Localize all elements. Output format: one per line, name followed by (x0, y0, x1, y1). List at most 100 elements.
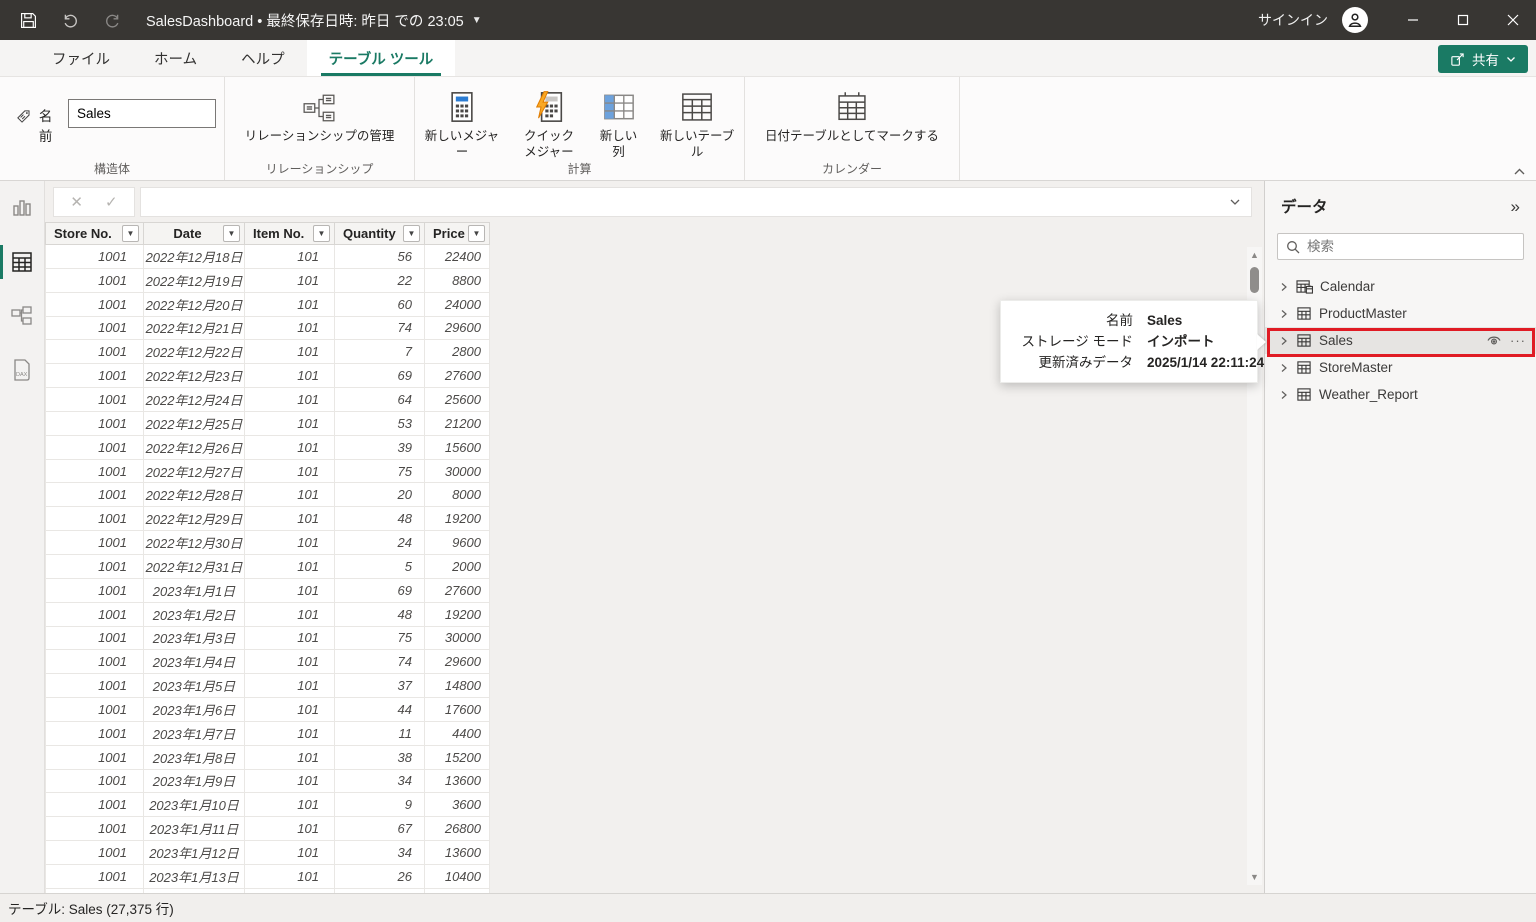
cell-price[interactable]: 3600 (425, 793, 490, 817)
cell-item-no[interactable]: 101 (245, 793, 335, 817)
column-header-store-no[interactable]: Store No. ▼ (45, 222, 144, 245)
cell-price[interactable]: 30000 (425, 627, 490, 651)
column-header-item-no[interactable]: Item No. ▼ (245, 222, 335, 245)
tree-item-calendar[interactable]: Calendar (1265, 273, 1536, 300)
cell-quantity[interactable]: 56 (335, 245, 425, 269)
cell-item-no[interactable]: 101 (245, 388, 335, 412)
column-header-price[interactable]: Price ▼ (425, 222, 490, 245)
cell-quantity[interactable]: 7 (335, 340, 425, 364)
cell-item-no[interactable]: 101 (245, 412, 335, 436)
cell-price[interactable]: 2800 (425, 340, 490, 364)
cell-item-no[interactable]: 101 (245, 770, 335, 794)
cell-price[interactable]: 4400 (425, 722, 490, 746)
cell-item-no[interactable]: 101 (245, 269, 335, 293)
cell-price[interactable]: 13600 (425, 770, 490, 794)
cell-item-no[interactable]: 101 (245, 340, 335, 364)
cell-quantity[interactable]: 9 (335, 793, 425, 817)
cell-date[interactable]: 2023年1月12日 (144, 841, 245, 865)
cell-item-no[interactable]: 101 (245, 436, 335, 460)
dax-query-view-button[interactable]: DAX (0, 355, 45, 385)
cell-date[interactable]: 2022年12月30日 (144, 531, 245, 555)
cell-store-no[interactable]: 1001 (45, 388, 144, 412)
formula-commit-icon[interactable]: ✓ (105, 193, 118, 211)
cell-item-no[interactable]: 101 (245, 483, 335, 507)
collapse-pane-icon[interactable]: » (1511, 198, 1520, 215)
hide-eye-icon[interactable] (1486, 334, 1502, 347)
cell-price[interactable]: 25600 (425, 388, 490, 412)
cell-date[interactable]: 2023年1月5日 (144, 674, 245, 698)
cell-date[interactable]: 2022年12月18日 (144, 245, 245, 269)
tab-help[interactable]: ヘルプ (219, 40, 307, 76)
cell-price[interactable]: 9600 (425, 531, 490, 555)
cell-quantity[interactable]: 11 (335, 722, 425, 746)
cell-date[interactable]: 2023年1月9日 (144, 770, 245, 794)
formula-input[interactable] (141, 194, 1229, 209)
cell-store-no[interactable]: 1001 (45, 531, 144, 555)
cell-store-no[interactable]: 1001 (45, 460, 144, 484)
filter-icon[interactable]: ▼ (313, 225, 330, 242)
cell-quantity[interactable]: 74 (335, 317, 425, 341)
cell-store-no[interactable]: 1001 (45, 555, 144, 579)
cell-date[interactable]: 2022年12月25日 (144, 412, 245, 436)
tree-item-weather-report[interactable]: Weather_Report (1265, 381, 1536, 408)
cell-date[interactable]: 2022年12月24日 (144, 388, 245, 412)
formula-expand-icon[interactable] (1229, 196, 1241, 208)
search-input[interactable] (1307, 239, 1515, 254)
model-view-button[interactable] (0, 301, 45, 331)
cell-price[interactable]: 27600 (425, 579, 490, 603)
cell-price[interactable]: 13600 (425, 841, 490, 865)
cell-store-no[interactable]: 1001 (45, 889, 144, 893)
cell-price[interactable]: 21200 (425, 412, 490, 436)
tree-item-productmaster[interactable]: ProductMaster (1265, 300, 1536, 327)
filter-icon[interactable]: ▼ (122, 225, 139, 242)
cell-quantity[interactable]: 24 (335, 531, 425, 555)
sign-in-button[interactable]: サインイン (1248, 10, 1338, 30)
save-icon[interactable] (14, 6, 42, 34)
cell-store-no[interactable]: 1001 (45, 650, 144, 674)
table-view-button[interactable] (0, 247, 45, 277)
share-button[interactable]: 共有 (1438, 45, 1528, 73)
cell-item-no[interactable]: 101 (245, 722, 335, 746)
cell-date[interactable]: 2022年12月19日 (144, 269, 245, 293)
account-avatar[interactable] (1342, 7, 1368, 33)
cell-store-no[interactable]: 1001 (45, 579, 144, 603)
cell-date[interactable]: 2023年1月13日 (144, 865, 245, 889)
cell-quantity[interactable]: 26 (335, 865, 425, 889)
cell-price[interactable]: 2000 (425, 555, 490, 579)
cell-quantity[interactable]: 69 (335, 579, 425, 603)
cell-date[interactable]: 2022年12月27日 (144, 460, 245, 484)
cell-item-no[interactable]: 101 (245, 746, 335, 770)
cell-store-no[interactable]: 1001 (45, 293, 144, 317)
cell-quantity[interactable]: 74 (335, 650, 425, 674)
cell-date[interactable]: 2022年12月20日 (144, 293, 245, 317)
cell-price[interactable]: 22400 (425, 245, 490, 269)
maximize-button[interactable] (1440, 0, 1486, 40)
search-box[interactable] (1277, 233, 1524, 260)
cell-quantity[interactable]: 48 (335, 507, 425, 531)
cell-date[interactable]: 2022年12月23日 (144, 364, 245, 388)
cell-store-no[interactable]: 1001 (45, 793, 144, 817)
cell-date[interactable]: 2022年12月31日 (144, 555, 245, 579)
cell-price[interactable]: 30000 (425, 460, 490, 484)
cell-quantity[interactable]: 37 (335, 674, 425, 698)
close-button[interactable] (1490, 0, 1536, 40)
filter-icon[interactable]: ▼ (223, 225, 240, 242)
cell-item-no[interactable]: 101 (245, 555, 335, 579)
cell-item-no[interactable]: 101 (245, 364, 335, 388)
cell-date[interactable]: 2023年1月10日 (144, 793, 245, 817)
formula-cancel-icon[interactable]: ✕ (70, 193, 83, 211)
cell-store-no[interactable]: 1001 (45, 674, 144, 698)
report-view-button[interactable] (0, 193, 45, 223)
cell-price[interactable]: 19200 (425, 603, 490, 627)
table-name-input[interactable] (68, 99, 216, 128)
collapse-ribbon-button[interactable] (1513, 167, 1526, 177)
cell-quantity[interactable]: 39 (335, 436, 425, 460)
cell-quantity[interactable]: 34 (335, 841, 425, 865)
cell-store-no[interactable]: 1001 (45, 245, 144, 269)
cell-date[interactable]: 2023年1月14日 (144, 889, 245, 893)
scroll-up-icon[interactable]: ▲ (1250, 247, 1259, 263)
column-header-quantity[interactable]: Quantity ▼ (335, 222, 425, 245)
tree-item-storemaster[interactable]: StoreMaster (1265, 354, 1536, 381)
cell-date[interactable]: 2022年12月29日 (144, 507, 245, 531)
cell-quantity[interactable]: 20 (335, 483, 425, 507)
